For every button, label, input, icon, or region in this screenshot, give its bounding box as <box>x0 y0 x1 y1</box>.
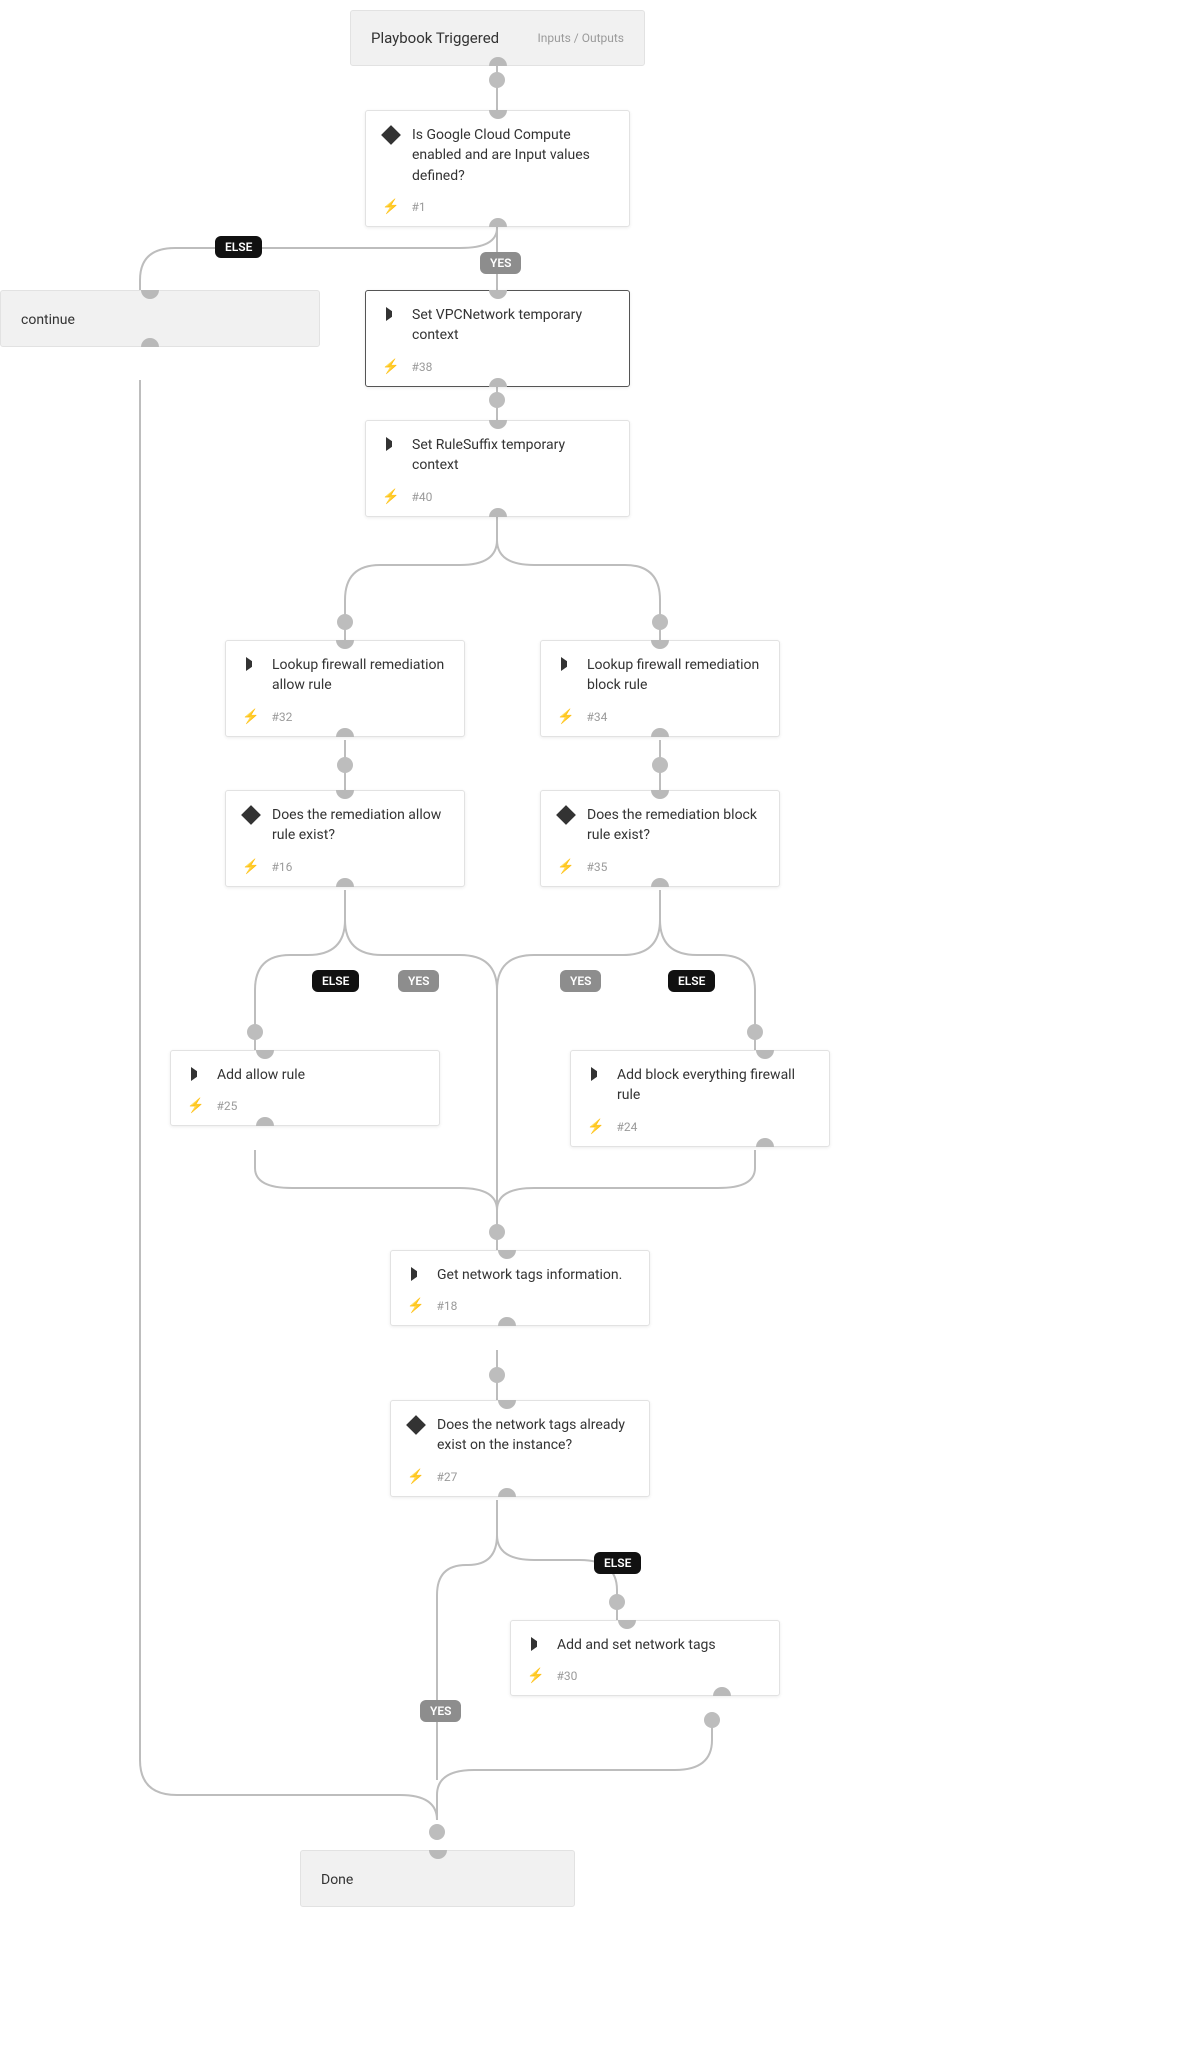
bolt-icon: ⚡ <box>527 1669 544 1683</box>
action-icon <box>587 1065 605 1081</box>
done-label: Done <box>321 1872 353 1888</box>
node-title: Lookup firewall remediation allow rule <box>272 655 448 696</box>
node-number: #16 <box>271 860 292 874</box>
branch-label-else: ELSE <box>668 970 715 992</box>
branch-label-yes: YES <box>560 970 601 992</box>
node-title: Does the network tags already exist on t… <box>437 1415 633 1456</box>
action-icon <box>527 1635 545 1651</box>
node-number: #25 <box>216 1099 237 1113</box>
decision-icon <box>382 125 400 142</box>
node-16[interactable]: Does the remediation allow rule exist? ⚡… <box>225 790 465 887</box>
bolt-icon: ⚡ <box>587 1120 604 1134</box>
node-title: Get network tags information. <box>437 1265 622 1285</box>
node-number: #1 <box>411 200 425 214</box>
node-continue[interactable]: continue <box>0 290 320 347</box>
playbook-canvas: Playbook Triggered Inputs / Outputs Is G… <box>0 0 1180 2069</box>
node-title: Set RuleSuffix temporary context <box>412 435 613 476</box>
decision-icon <box>557 805 575 822</box>
node-number: #34 <box>586 710 607 724</box>
branch-label-else: ELSE <box>215 236 262 258</box>
bolt-icon: ⚡ <box>242 860 259 874</box>
node-number: #30 <box>556 1669 577 1683</box>
playbook-trigger-node[interactable]: Playbook Triggered Inputs / Outputs <box>350 10 645 66</box>
bolt-icon: ⚡ <box>407 1299 424 1313</box>
node-title: Add and set network tags <box>557 1635 716 1655</box>
node-27[interactable]: Does the network tags already exist on t… <box>390 1400 650 1497</box>
bolt-icon: ⚡ <box>382 360 399 374</box>
action-icon <box>557 655 575 671</box>
node-number: #32 <box>271 710 292 724</box>
bolt-icon: ⚡ <box>187 1099 204 1113</box>
node-title: Lookup firewall remediation block rule <box>587 655 763 696</box>
node-40[interactable]: Set RuleSuffix temporary context ⚡ #40 <box>365 420 630 517</box>
branch-label-yes: YES <box>398 970 439 992</box>
node-24[interactable]: Add block everything firewall rule ⚡ #24 <box>570 1050 830 1147</box>
node-35[interactable]: Does the remediation block rule exist? ⚡… <box>540 790 780 887</box>
action-icon <box>382 435 400 451</box>
node-number: #27 <box>436 1470 457 1484</box>
node-title: Does the remediation block rule exist? <box>587 805 763 846</box>
branch-label-else: ELSE <box>312 970 359 992</box>
node-title: Is Google Cloud Compute enabled and are … <box>412 125 613 186</box>
node-38[interactable]: Set VPCNetwork temporary context ⚡ #38 <box>365 290 630 387</box>
branch-label-yes: YES <box>420 1700 461 1722</box>
node-25[interactable]: Add allow rule ⚡ #25 <box>170 1050 440 1126</box>
bolt-icon: ⚡ <box>557 860 574 874</box>
node-title: Add block everything firewall rule <box>617 1065 813 1106</box>
bolt-icon: ⚡ <box>557 710 574 724</box>
node-number: #35 <box>586 860 607 874</box>
inputs-outputs-link[interactable]: Inputs / Outputs <box>537 31 624 45</box>
branch-label-else: ELSE <box>594 1552 641 1574</box>
node-title: Set VPCNetwork temporary context <box>412 305 613 346</box>
continue-label: continue <box>21 312 75 328</box>
bolt-icon: ⚡ <box>407 1470 424 1484</box>
action-icon <box>242 655 260 671</box>
node-title: Does the remediation allow rule exist? <box>272 805 448 846</box>
node-number: #38 <box>411 360 432 374</box>
action-icon <box>187 1065 205 1081</box>
node-done[interactable]: Done <box>300 1850 575 1907</box>
decision-icon <box>242 805 260 822</box>
bolt-icon: ⚡ <box>382 490 399 504</box>
node-30[interactable]: Add and set network tags ⚡ #30 <box>510 1620 780 1696</box>
node-number: #40 <box>411 490 432 504</box>
trigger-title: Playbook Triggered <box>371 29 499 47</box>
node-32[interactable]: Lookup firewall remediation allow rule ⚡… <box>225 640 465 737</box>
bolt-icon: ⚡ <box>242 710 259 724</box>
action-icon <box>382 305 400 321</box>
node-number: #24 <box>616 1120 637 1134</box>
node-title: Add allow rule <box>217 1065 305 1085</box>
node-34[interactable]: Lookup firewall remediation block rule ⚡… <box>540 640 780 737</box>
node-1[interactable]: Is Google Cloud Compute enabled and are … <box>365 110 630 227</box>
branch-label-yes: YES <box>480 252 521 274</box>
node-18[interactable]: Get network tags information. ⚡ #18 <box>390 1250 650 1326</box>
decision-icon <box>407 1415 425 1432</box>
action-icon <box>407 1265 425 1281</box>
node-number: #18 <box>436 1299 457 1313</box>
bolt-icon: ⚡ <box>382 200 399 214</box>
